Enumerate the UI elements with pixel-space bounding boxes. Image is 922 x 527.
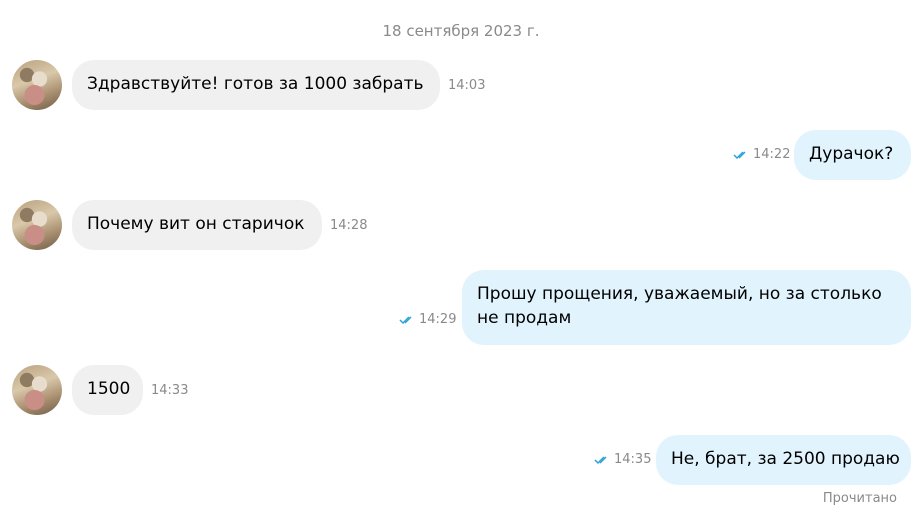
message-text: Почему вит он старичок [87, 214, 305, 234]
message-time: 14:22 [753, 147, 791, 162]
sender-avatar[interactable] [12, 200, 62, 250]
read-checkmarks-icon [594, 456, 607, 465]
message-text: Здравствуйте! готов за 1000 забрать [87, 74, 424, 94]
message-time: 14:28 [330, 218, 368, 233]
message-text: Прошу прощения, уважаемый, но за столько [477, 284, 882, 304]
outgoing-message[interactable]: Прошу прощения, уважаемый, но за столько… [462, 270, 911, 345]
message-text-line2: не продам [477, 308, 572, 328]
sender-avatar[interactable] [12, 60, 62, 110]
read-checkmarks-icon [733, 151, 746, 160]
message-text: Дурачок? [809, 144, 894, 164]
outgoing-message[interactable]: Дурачок? [794, 130, 911, 180]
read-checkmarks-icon [399, 316, 412, 325]
outgoing-message[interactable]: Не, брат, за 2500 продаю [656, 435, 911, 485]
message-text: Не, брат, за 2500 продаю [671, 449, 900, 469]
read-receipt: Прочитано [822, 491, 897, 506]
message-text: 1500 [87, 379, 131, 399]
message-time: 14:33 [151, 383, 189, 398]
sender-avatar[interactable] [12, 365, 62, 415]
message-time: 14:35 [614, 452, 652, 467]
date-separator: 18 сентября 2023 г. [382, 22, 540, 40]
message-time: 14:03 [448, 78, 486, 93]
incoming-message[interactable]: Почему вит он старичок [72, 200, 322, 250]
message-time: 14:29 [419, 312, 457, 327]
incoming-message[interactable]: Здравствуйте! готов за 1000 забрать [72, 60, 440, 110]
incoming-message[interactable]: 1500 [72, 365, 143, 415]
